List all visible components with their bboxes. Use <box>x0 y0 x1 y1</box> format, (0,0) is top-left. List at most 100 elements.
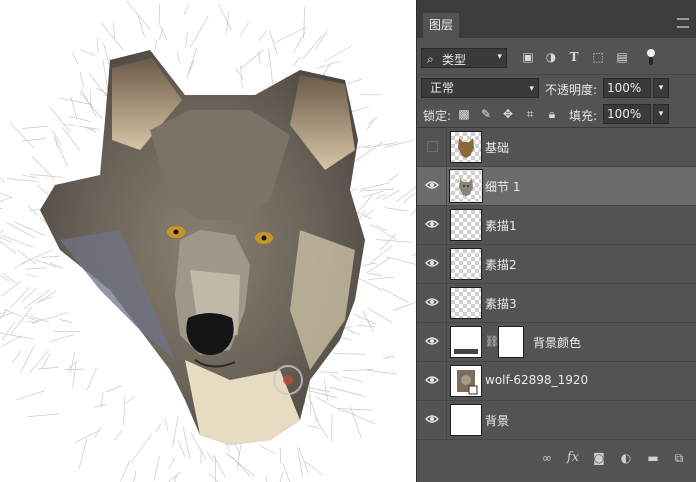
sketch-stroke <box>153 456 160 481</box>
eye-icon <box>425 337 439 345</box>
sketch-stroke <box>0 207 4 209</box>
sketch-stroke <box>158 28 164 40</box>
sketch-stroke <box>258 30 267 41</box>
sketch-stroke <box>113 22 115 39</box>
eye-icon <box>425 181 439 189</box>
filter-kind-select[interactable]: ⌕ 类型 ▾ <box>421 48 507 68</box>
sketch-stroke <box>25 267 47 270</box>
visibility-toggle[interactable] <box>417 128 447 166</box>
adjustment-layer-icon[interactable]: ◐ <box>618 450 634 466</box>
adjustment-filter-icon[interactable]: ◑ <box>544 50 558 64</box>
document-canvas[interactable] <box>0 0 416 482</box>
sketch-stroke <box>71 52 79 65</box>
link-icon[interactable]: ⛓ <box>485 335 499 349</box>
layer-mask-thumbnail[interactable] <box>498 326 524 358</box>
layer-row[interactable]: 素描3 <box>417 284 696 323</box>
filter-toggle-switch[interactable] <box>647 49 655 65</box>
new-layer-icon[interactable]: ⧉ <box>671 450 687 466</box>
sketch-stroke <box>20 344 35 374</box>
layer-thumbnail <box>450 404 482 436</box>
sketch-stroke <box>384 207 409 212</box>
sketch-stroke <box>367 307 393 324</box>
sketch-stroke <box>22 125 49 129</box>
sketch-stroke <box>269 30 278 56</box>
lock-artboard-icon[interactable]: ⌗ <box>523 107 537 121</box>
sketch-stroke <box>102 59 109 91</box>
sketch-stroke <box>78 438 88 469</box>
sketch-stroke <box>0 176 6 183</box>
fx-icon[interactable]: fx <box>565 450 581 466</box>
sketch-stroke <box>379 233 397 251</box>
sketch-stroke <box>369 244 393 265</box>
sketch-stroke <box>333 353 367 355</box>
new-group-icon[interactable]: ▬ <box>645 450 661 466</box>
sketch-stroke <box>274 26 307 44</box>
sketch-stroke <box>240 65 243 89</box>
sketch-stroke <box>9 121 34 149</box>
sketch-stroke <box>346 328 360 336</box>
blend-mode-select[interactable]: 正常 ▾ <box>421 78 539 98</box>
sketch-stroke <box>41 256 60 258</box>
fill-dropdown-button[interactable]: ▾ <box>653 104 669 124</box>
link-layers-icon[interactable]: ∞ <box>539 450 555 466</box>
layer-row[interactable]: ⛓ 背景颜色 <box>417 323 696 362</box>
opacity-dropdown-button[interactable]: ▾ <box>653 78 669 98</box>
panel-menu-icon[interactable] <box>677 18 689 28</box>
visibility-toggle[interactable] <box>417 362 447 400</box>
visibility-toggle[interactable] <box>417 401 447 439</box>
sketch-stroke <box>172 415 179 447</box>
lock-position-icon[interactable]: ✥ <box>501 107 515 121</box>
sketch-stroke <box>59 319 73 323</box>
sketch-stroke <box>360 182 390 190</box>
sketch-stroke <box>329 386 366 397</box>
sketch-stroke <box>385 256 416 265</box>
sketch-stroke <box>281 462 291 482</box>
visibility-toggle[interactable] <box>417 206 447 244</box>
sketch-stroke <box>13 262 26 269</box>
sketch-stroke <box>298 448 309 473</box>
add-mask-icon[interactable]: ◙ <box>591 450 607 466</box>
sketch-stroke <box>26 273 37 278</box>
smart-object-filter-icon[interactable]: ▤ <box>615 50 629 64</box>
sketch-stroke <box>316 60 342 69</box>
sketch-stroke <box>30 174 64 178</box>
visibility-toggle[interactable] <box>417 284 447 322</box>
lock-image-pixels-icon[interactable]: ✎ <box>479 107 493 121</box>
sketch-stroke <box>0 192 12 198</box>
sketch-stroke <box>48 334 74 343</box>
lock-transparent-pixels-icon[interactable]: ▩ <box>457 107 471 121</box>
sketch-stroke <box>279 447 282 464</box>
sketch-stroke <box>80 48 96 57</box>
tab-layers[interactable]: 图层 <box>423 13 459 38</box>
sketch-stroke <box>259 445 277 455</box>
fill-input[interactable]: 100% <box>603 104 651 124</box>
visibility-toggle[interactable] <box>417 167 447 205</box>
sketch-stroke <box>370 224 397 240</box>
sketch-stroke <box>349 106 370 113</box>
layer-row[interactable]: 素描2 <box>417 245 696 284</box>
type-filter-icon[interactable]: T <box>567 50 581 64</box>
visibility-toggle[interactable] <box>417 245 447 283</box>
layer-row[interactable]: 素描1 <box>417 206 696 245</box>
layer-row[interactable]: 背景 <box>417 401 696 440</box>
layer-row[interactable]: wolf-62898_1920 <box>417 362 696 401</box>
layer-row-selected[interactable]: 细节 1 <box>417 167 696 206</box>
sketch-stroke <box>16 390 46 401</box>
sketch-stroke <box>186 47 198 79</box>
opacity-input[interactable]: 100% <box>603 78 651 98</box>
lock-label: 锁定: <box>423 109 452 123</box>
layer-thumbnail <box>450 248 482 280</box>
visibility-toggle[interactable] <box>417 323 447 361</box>
sketch-stroke <box>164 418 169 432</box>
panel-footer: ∞ fx ◙ ◐ ▬ ⧉ <box>417 446 696 472</box>
panel-bottom-strip <box>417 472 696 482</box>
image-filter-icon[interactable]: ▣ <box>521 50 535 64</box>
layer-row[interactable]: 基础 <box>417 128 696 167</box>
layer-thumbnail <box>450 365 482 397</box>
sketch-stroke <box>26 321 38 323</box>
shape-filter-icon[interactable]: ⬚ <box>591 50 605 64</box>
sketch-stroke <box>22 174 37 178</box>
sketch-stroke <box>130 434 152 464</box>
lock-all-icon[interactable]: 🔒︎ <box>545 107 559 121</box>
sketch-stroke <box>105 385 123 393</box>
